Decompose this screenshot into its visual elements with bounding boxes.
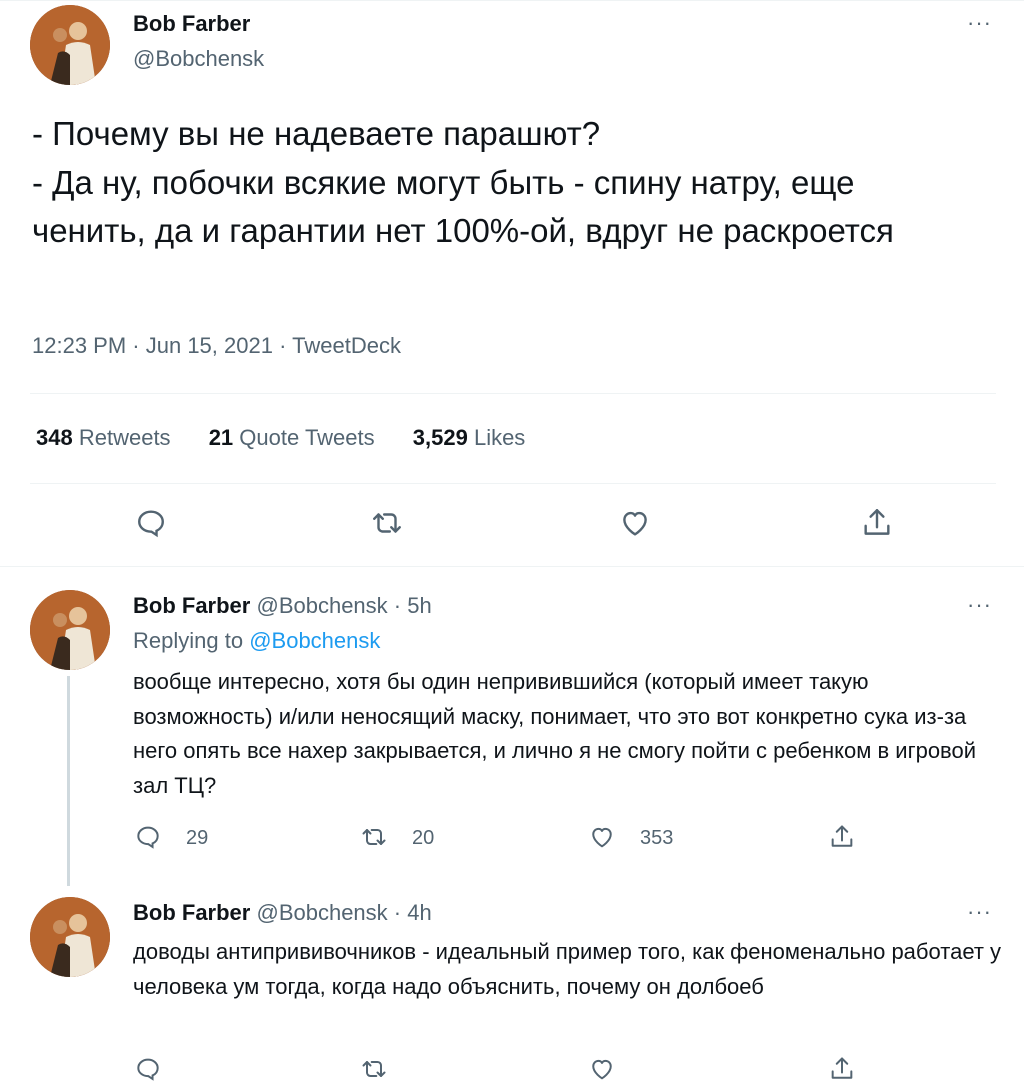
likes-count: 3,529 [412,425,468,450]
reply-count: 29 [186,827,209,849]
reply-author-handle[interactable]: @Bobchensk [256,593,387,618]
reply-text: вообще интересно, хотя бы один непрививш… [133,669,977,798]
retweet-count: 20 [412,827,435,849]
divider [30,483,996,484]
top-border [0,0,1024,1]
avatar-image [30,590,110,670]
quotes-label: Quote Tweets [239,425,375,450]
reply-avatar[interactable] [30,590,110,670]
reply-header: Bob Farber @Bobchensk · 4h [133,900,432,926]
author-handle[interactable]: @Bobchensk [133,46,264,72]
like-count: 353 [640,827,674,849]
tweet-meta: 12:23 PM · Jun 15, 2021 · TweetDeck [32,333,401,359]
reply-icon[interactable] [134,506,168,540]
avatar-image [30,5,110,85]
reply-icon[interactable] [134,1055,162,1083]
tweet-stats: 348 Retweets 21 Quote Tweets 3,529 Likes [36,425,557,451]
retweets-count: 348 [36,425,73,450]
tweet-date[interactable]: Jun 15, 2021 [146,333,273,358]
replying-prefix: Replying to [133,628,244,653]
author-name[interactable]: Bob Farber [133,11,250,37]
divider [30,393,996,394]
author-avatar[interactable] [30,5,110,85]
reply-author-name[interactable]: Bob Farber [133,593,250,618]
more-icon[interactable]: ··· [967,12,992,34]
reply-author-name[interactable]: Bob Farber [133,900,250,925]
replying-to: Replying to @Bobchensk [133,628,380,654]
heart-icon[interactable] [618,506,652,540]
meta-separator: · [126,333,146,358]
reply-text: доводы антипрививочников - идеальный при… [133,939,1002,999]
reply-avatar[interactable] [30,897,110,977]
likes-stat[interactable]: 3,529 Likes [413,425,526,451]
heart-icon[interactable] [588,823,616,851]
share-icon[interactable] [828,1055,856,1083]
retweet-icon[interactable] [360,823,388,851]
reply-age[interactable]: · 5h [394,593,432,618]
reply-age[interactable]: · 4h [394,900,432,925]
more-icon[interactable]: ··· [967,901,992,923]
reply-icon[interactable] [134,823,162,851]
meta-separator: · [272,333,293,358]
retweets-label: Retweets [78,425,171,450]
share-icon[interactable] [860,506,894,540]
likes-label: Likes [473,425,526,450]
quotes-count: 21 [208,425,234,450]
more-icon[interactable]: ··· [967,594,992,616]
reply-author-handle[interactable]: @Bobchensk [256,900,387,925]
thread-line [67,676,70,886]
reply-header: Bob Farber @Bobchensk · 5h [133,593,432,619]
heart-icon[interactable] [588,1055,616,1083]
quotes-stat[interactable]: 21 Quote Tweets [209,425,375,451]
divider [0,566,1024,567]
tweet-time[interactable]: 12:23 PM [32,333,126,358]
retweet-icon[interactable] [370,506,404,540]
avatar-image [30,897,110,977]
share-icon[interactable] [828,823,856,851]
retweet-icon[interactable] [360,1055,388,1083]
replying-to-link[interactable]: @Bobchensk [249,628,380,653]
tweet-text: - Почему вы не надеваете парашют? - Да н… [32,115,894,249]
retweets-stat[interactable]: 348 Retweets [36,425,171,451]
tweet-source[interactable]: TweetDeck [292,333,401,358]
